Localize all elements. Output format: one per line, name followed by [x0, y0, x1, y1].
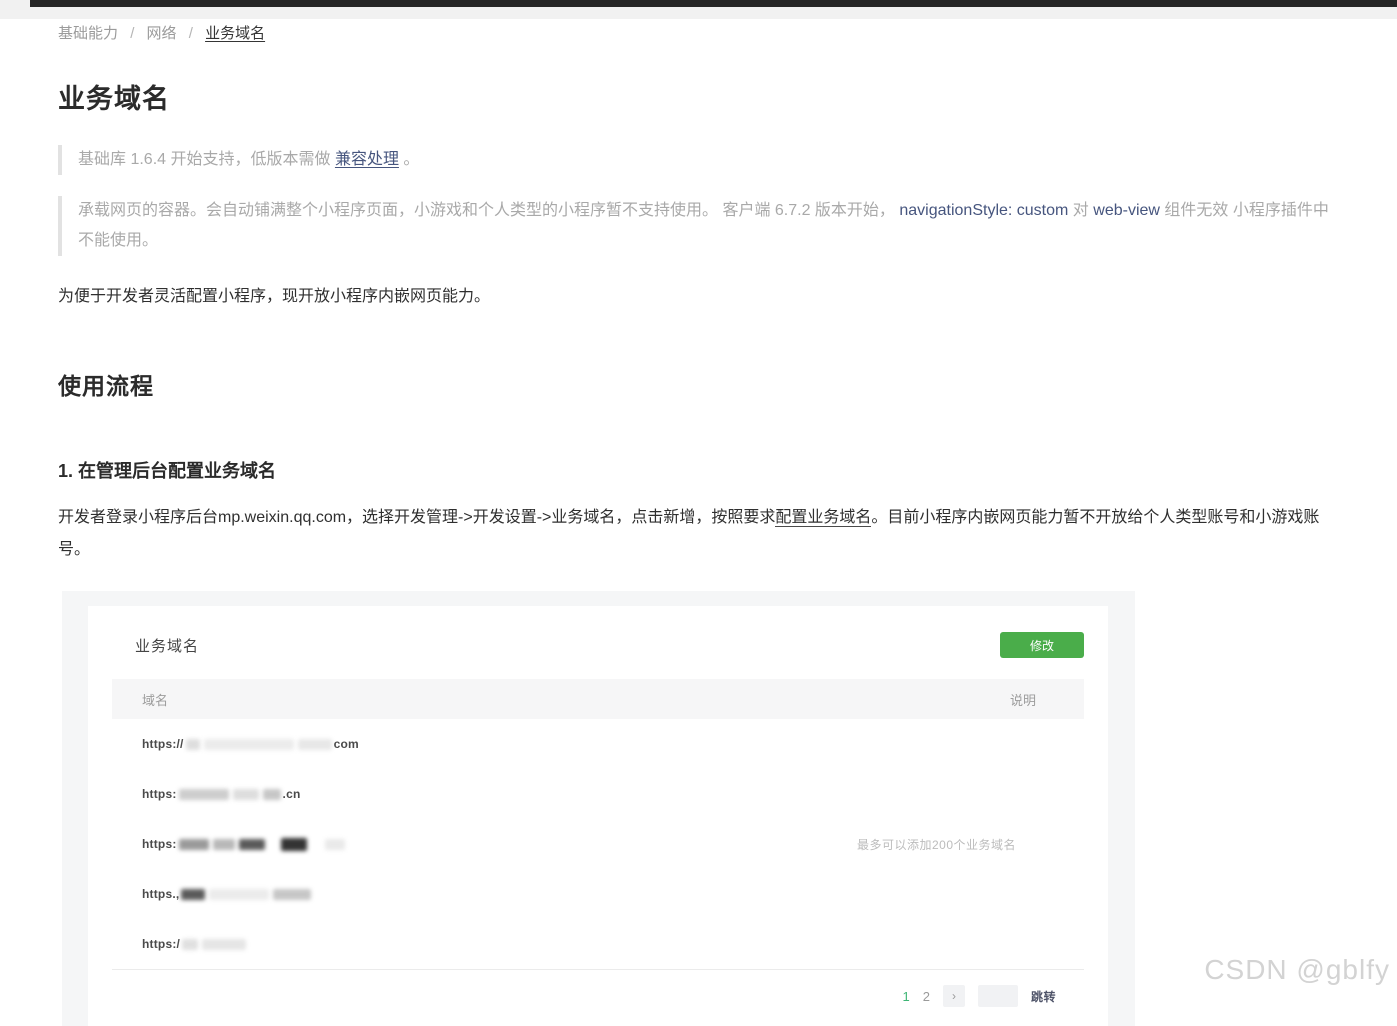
compat-note: 基础库 1.6.4 开始支持，低版本需做 兼容处理 。	[58, 145, 1345, 175]
webview-note: 承载网页的容器。会自动铺满整个小程序页面，小游戏和个人类型的小程序暂不支持使用。…	[58, 196, 1336, 256]
redacted-blob	[179, 789, 229, 800]
navigation-style-code: navigationStyle: custom	[899, 202, 1068, 219]
pagination-jump-label: 跳转	[1031, 988, 1056, 1005]
step-1-underlined-text: 配置业务域名	[775, 509, 871, 527]
step-1-title: 1. 在管理后台配置业务域名	[58, 457, 1345, 483]
table-row: https: 最多可以添加200个业务域名	[112, 819, 1084, 869]
domain-prefix: https:/	[142, 937, 180, 951]
csdn-watermark: CSDN @gblfy	[1204, 954, 1390, 986]
redacted-blob	[233, 789, 259, 800]
panel-title: 业务域名	[135, 635, 199, 656]
compat-note-suffix: 。	[399, 151, 419, 168]
redacted-blob	[181, 889, 205, 900]
redacted-blob	[186, 739, 200, 750]
redacted-blob	[298, 739, 332, 750]
business-domain-panel: 业务域名 修改 域名 说明 https:// com https: .cn http…	[88, 606, 1108, 1026]
redacted-blob	[209, 889, 269, 900]
domain-prefix: https:	[142, 787, 177, 801]
intro-paragraph: 为便于开发者灵活配置小程序，现开放小程序内嵌网页能力。	[58, 282, 1345, 306]
section-title-usage-flow: 使用流程	[58, 367, 1345, 401]
breadcrumb-item-network[interactable]: 网络	[147, 25, 177, 42]
redacted-blob	[213, 839, 235, 850]
pagination-page-2[interactable]: 2	[923, 989, 930, 1004]
table-row: https.,	[112, 869, 1084, 919]
quota-note: 最多可以添加200个业务域名	[857, 836, 1084, 853]
pagination-next-button[interactable]: ›	[943, 985, 965, 1007]
redacted-blob	[179, 839, 209, 850]
column-header-domain: 域名	[142, 690, 168, 709]
domain-prefix: https.,	[142, 887, 179, 901]
doc-content: 基础能力 / 网络 / 业务域名 业务域名 基础库 1.6.4 开始支持，低版本…	[58, 19, 1345, 1026]
compat-note-text: 基础库 1.6.4 开始支持，低版本需做	[78, 151, 335, 168]
domain-suffix: com	[334, 737, 359, 751]
domain-prefix: https:	[142, 837, 177, 851]
table-row: https: .cn	[112, 769, 1084, 819]
redacted-blob	[263, 789, 281, 800]
panel-header: 业务域名 修改	[112, 632, 1084, 658]
column-header-description: 说明	[1010, 690, 1036, 709]
table-row: https:// com	[112, 719, 1084, 769]
redacted-blob	[239, 839, 265, 850]
compat-link[interactable]: 兼容处理	[335, 151, 399, 168]
redacted-blob	[204, 739, 294, 750]
chevron-right-icon: ›	[952, 989, 956, 1003]
webview-note-text-1: 承载网页的容器。会自动铺满整个小程序页面，小游戏和个人类型的小程序暂不支持使用。…	[78, 202, 899, 219]
domain-suffix: .cn	[283, 787, 301, 801]
breadcrumb: 基础能力 / 网络 / 业务域名	[58, 22, 1345, 43]
edit-button[interactable]: 修改	[1000, 632, 1084, 658]
webview-note-text-2: 对	[1068, 202, 1093, 219]
breadcrumb-item-capability[interactable]: 基础能力	[58, 25, 118, 42]
breadcrumb-item-business-domain[interactable]: 业务域名	[205, 25, 265, 42]
step-1-text-1: 开发者登录小程序后台mp.weixin.qq.com，选择开发管理->开发设置-…	[58, 509, 775, 526]
domain-prefix: https://	[142, 737, 184, 751]
admin-console-screenshot: 业务域名 修改 域名 说明 https:// com https: .cn http…	[62, 591, 1135, 1026]
redacted-blob	[281, 838, 307, 851]
redacted-blob	[273, 889, 311, 900]
pagination-jump-input[interactable]	[978, 985, 1018, 1007]
pagination: 1 2 › 跳转	[112, 970, 1084, 1022]
web-view-code: web-view	[1093, 202, 1160, 219]
redacted-blob	[182, 939, 198, 950]
breadcrumb-separator: /	[130, 25, 134, 42]
domain-table-body: https:// com https: .cn https: 最多可以添加200个业…	[112, 719, 1084, 970]
pagination-page-1[interactable]: 1	[903, 989, 910, 1004]
table-row: https:/	[112, 919, 1084, 969]
table-header: 域名 说明	[112, 679, 1084, 719]
breadcrumb-separator: /	[189, 25, 193, 42]
redacted-blob	[325, 839, 345, 850]
top-divider-bar	[30, 0, 1397, 7]
redacted-blob	[202, 939, 246, 950]
page-title: 业务域名	[58, 77, 1345, 116]
step-1-paragraph: 开发者登录小程序后台mp.weixin.qq.com，选择开发管理->开发设置-…	[58, 502, 1345, 566]
